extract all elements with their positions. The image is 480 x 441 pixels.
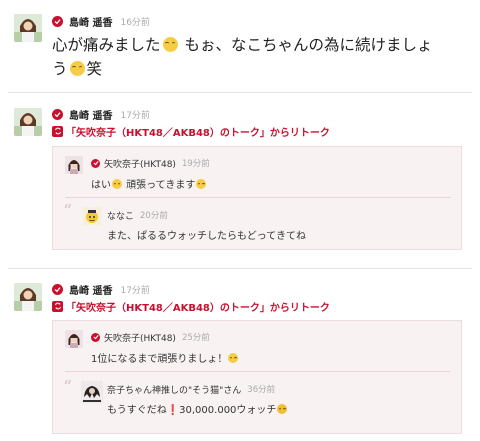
smiley-emoji-icon bbox=[69, 61, 85, 76]
post-meta: 島崎 遥香 17分前 bbox=[52, 282, 150, 297]
talk-post-2: 島崎 遥香 17分前 「矢吹奈子（HKT48／AKB48）のトーク」からリトーク… bbox=[0, 93, 480, 268]
exclamation-icon: ❗ bbox=[166, 405, 180, 416]
smiley-emoji-icon bbox=[112, 179, 122, 189]
retalk-icon bbox=[52, 300, 63, 312]
post-time: 16分前 bbox=[120, 17, 150, 28]
reply-avatar[interactable] bbox=[83, 207, 101, 225]
talk-post-3: 島崎 遥香 17分前 「矢吹奈子（HKT48／AKB48）のトーク」からリトーク… bbox=[0, 269, 480, 441]
verified-badge-icon bbox=[91, 158, 100, 168]
retalk-label[interactable]: 「矢吹奈子（HKT48／AKB48）のトーク」からリトーク bbox=[66, 299, 330, 314]
reply-time: 20分前 bbox=[140, 211, 168, 221]
quote-mark-icon: “ bbox=[63, 201, 73, 222]
quoted-talk[interactable]: 矢吹奈子(HKT48) 25分前 1位になるまで頑張りましょ！ “ 奈子ちゃん神… bbox=[52, 320, 462, 434]
smiley-emoji-icon bbox=[196, 179, 207, 189]
talk-post-1: 島崎 遥香 16分前 心が痛みました もぉ、なこちゃんの為に続けましょ う笑 bbox=[0, 0, 480, 92]
quote-separator bbox=[65, 371, 451, 372]
post-time: 17分前 bbox=[120, 110, 150, 121]
reply-text-part: もうすぐだね bbox=[107, 405, 167, 416]
quoted-talk[interactable]: 矢吹奈子(HKT48) 19分前 はい 頑張ってきます “ ななこ 20分前 ま… bbox=[52, 146, 462, 250]
quoted-author[interactable]: 矢吹奈子(HKT48) bbox=[104, 157, 176, 170]
verified-badge-icon bbox=[52, 15, 63, 27]
quoted-author[interactable]: 矢吹奈子(HKT48) bbox=[104, 331, 176, 344]
quoted-text: はい 頑張ってきます bbox=[91, 176, 207, 191]
post-author[interactable]: 島崎 遥香 bbox=[69, 14, 112, 29]
retalk-line[interactable]: 「矢吹奈子（HKT48／AKB48）のトーク」からリトーク bbox=[52, 124, 330, 139]
post-time: 17分前 bbox=[120, 285, 150, 296]
post-text: もぉ、なこちゃんの為に続けましょ bbox=[179, 36, 433, 54]
verified-badge-icon bbox=[52, 283, 63, 295]
retalk-icon bbox=[52, 125, 63, 137]
avatar[interactable] bbox=[14, 283, 42, 311]
reply-text: また、ぱるるウォッチしたらもどってきてね bbox=[107, 231, 306, 242]
post-text: 心が痛みました bbox=[52, 36, 161, 54]
post-author[interactable]: 島崎 遥香 bbox=[69, 107, 112, 122]
grinning-emoji-icon bbox=[277, 404, 288, 414]
post-body: 心が痛みました もぉ、なこちゃんの為に続けましょ う笑 bbox=[52, 33, 472, 81]
post-meta: 島崎 遥香 16分前 bbox=[52, 14, 150, 29]
quoted-text-part: 頑張ってきます bbox=[123, 180, 196, 191]
post-text: う bbox=[52, 60, 68, 78]
quoted-text-part: 1位になるまで頑張りましょ！ bbox=[91, 354, 228, 365]
reply-time: 36分前 bbox=[247, 385, 276, 395]
verified-badge-icon bbox=[52, 108, 63, 120]
reply-author[interactable]: 奈子ちゃん神推しの"そう猫"さん bbox=[107, 383, 241, 396]
reply-avatar[interactable] bbox=[81, 381, 103, 403]
avatar[interactable] bbox=[14, 14, 42, 42]
quoted-time: 19分前 bbox=[181, 159, 210, 169]
smiley-emoji-icon bbox=[228, 353, 239, 363]
quoted-text: 1位になるまで頑張りましょ！ bbox=[91, 350, 239, 365]
reply-author[interactable]: ななこ bbox=[107, 209, 134, 222]
retalk-label[interactable]: 「矢吹奈子（HKT48／AKB48）のトーク」からリトーク bbox=[66, 124, 330, 139]
quoted-text-part: はい bbox=[91, 180, 111, 191]
quoted-avatar[interactable] bbox=[65, 330, 83, 348]
quoted-meta: 矢吹奈子(HKT48) 19分前 bbox=[91, 157, 210, 170]
quote-mark-icon: “ bbox=[63, 377, 73, 398]
post-meta: 島崎 遥香 17分前 bbox=[52, 107, 150, 122]
post-text: 笑 bbox=[86, 60, 103, 78]
quoted-time: 25分前 bbox=[181, 333, 210, 343]
quoted-meta: 矢吹奈子(HKT48) 25分前 bbox=[91, 331, 210, 344]
post-author[interactable]: 島崎 遥香 bbox=[69, 282, 112, 297]
smiley-emoji-icon bbox=[162, 37, 178, 52]
verified-badge-icon bbox=[91, 332, 100, 342]
avatar[interactable] bbox=[14, 108, 42, 136]
quoted-avatar[interactable] bbox=[65, 156, 83, 174]
reply-meta: 奈子ちゃん神推しの"そう猫"さん 36分前 bbox=[107, 383, 276, 396]
reply-text-part: 30,000.000ウォッチ bbox=[179, 405, 277, 416]
retalk-line[interactable]: 「矢吹奈子（HKT48／AKB48）のトーク」からリトーク bbox=[52, 299, 330, 314]
reply-meta: ななこ 20分前 bbox=[107, 209, 168, 222]
reply-text: もうすぐだね❗30,000.000ウォッチ bbox=[107, 401, 288, 416]
quote-separator bbox=[65, 197, 451, 198]
